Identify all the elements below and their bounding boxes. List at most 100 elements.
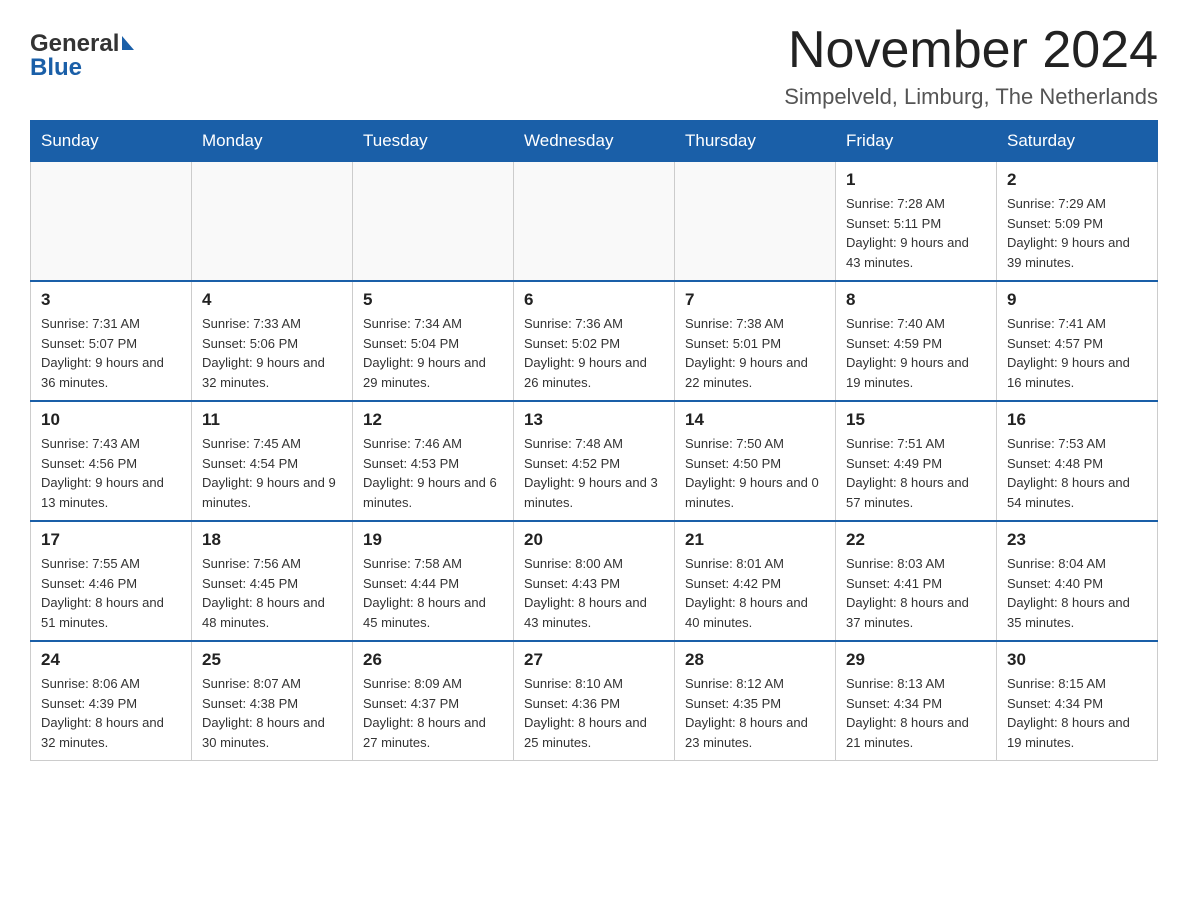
logo-blue: Blue [30, 54, 82, 82]
table-row: 9 Sunrise: 7:41 AM Sunset: 4:57 PM Daylig… [997, 281, 1158, 401]
day-info: Sunrise: 8:10 AM Sunset: 4:36 PM Dayligh… [524, 674, 664, 752]
month-title: November 2024 [784, 20, 1158, 80]
table-row [31, 162, 192, 282]
day-info: Sunrise: 7:33 AM Sunset: 5:06 PM Dayligh… [202, 314, 342, 392]
day-number: 7 [685, 290, 825, 310]
day-number: 5 [363, 290, 503, 310]
day-number: 22 [846, 530, 986, 550]
table-row: 23 Sunrise: 8:04 AM Sunset: 4:40 PM Dayli… [997, 521, 1158, 641]
table-row: 27Sunrise: 8:10 AM Sunset: 4:36 PM Dayli… [514, 641, 675, 761]
day-number: 30 [1007, 650, 1147, 670]
table-row [514, 162, 675, 282]
location-title: Simpelveld, Limburg, The Netherlands [784, 84, 1158, 110]
day-info: Sunrise: 8:03 AM Sunset: 4:41 PM Dayligh… [846, 554, 986, 632]
table-row: 2 Sunrise: 7:29 AM Sunset: 5:09 PM Daylig… [997, 162, 1158, 282]
day-info: Sunrise: 8:07 AM Sunset: 4:38 PM Dayligh… [202, 674, 342, 752]
col-wednesday: Wednesday [514, 121, 675, 162]
day-number: 16 [1007, 410, 1147, 430]
table-row: 26 Sunrise: 8:09 AM Sunset: 4:37 PM Dayli… [353, 641, 514, 761]
table-row [675, 162, 836, 282]
table-row [192, 162, 353, 282]
day-number: 29 [846, 650, 986, 670]
table-row: 19 Sunrise: 7:58 AM Sunset: 4:44 PM Dayli… [353, 521, 514, 641]
table-row: 20 Sunrise: 8:00 AM Sunset: 4:43 PM Dayli… [514, 521, 675, 641]
day-number: 6 [524, 290, 664, 310]
day-number: 2 [1007, 170, 1147, 190]
day-number: 13 [524, 410, 664, 430]
table-row: 22 Sunrise: 8:03 AM Sunset: 4:41 PM Dayli… [836, 521, 997, 641]
calendar-table: Sunday Monday Tuesday Wednesday Thursday… [30, 120, 1158, 761]
day-info: Sunrise: 7:45 AM Sunset: 4:54 PM Dayligh… [202, 434, 342, 512]
day-info: Sunrise: 8:06 AM Sunset: 4:39 PM Dayligh… [41, 674, 181, 752]
table-row: 15 Sunrise: 7:51 AM Sunset: 4:49 PM Dayli… [836, 401, 997, 521]
page-header: General Blue November 2024 Simpelveld, L… [30, 20, 1158, 110]
day-number: 10 [41, 410, 181, 430]
table-row: 10Sunrise: 7:43 AM Sunset: 4:56 PM Dayli… [31, 401, 192, 521]
col-friday: Friday [836, 121, 997, 162]
day-number: 24 [41, 650, 181, 670]
table-row: 12Sunrise: 7:46 AM Sunset: 4:53 PM Dayli… [353, 401, 514, 521]
day-info: Sunrise: 7:34 AM Sunset: 5:04 PM Dayligh… [363, 314, 503, 392]
calendar-week-row: 3 Sunrise: 7:31 AM Sunset: 5:07 PM Daylig… [31, 281, 1158, 401]
day-info: Sunrise: 8:04 AM Sunset: 4:40 PM Dayligh… [1007, 554, 1147, 632]
day-info: Sunrise: 7:58 AM Sunset: 4:44 PM Dayligh… [363, 554, 503, 632]
day-info: Sunrise: 7:48 AM Sunset: 4:52 PM Dayligh… [524, 434, 664, 512]
day-info: Sunrise: 7:46 AM Sunset: 4:53 PM Dayligh… [363, 434, 503, 512]
day-number: 23 [1007, 530, 1147, 550]
day-info: Sunrise: 7:53 AM Sunset: 4:48 PM Dayligh… [1007, 434, 1147, 512]
day-number: 8 [846, 290, 986, 310]
table-row: 6 Sunrise: 7:36 AM Sunset: 5:02 PM Daylig… [514, 281, 675, 401]
table-row: 24 Sunrise: 8:06 AM Sunset: 4:39 PM Dayli… [31, 641, 192, 761]
calendar-week-row: 17 Sunrise: 7:55 AM Sunset: 4:46 PM Dayli… [31, 521, 1158, 641]
day-info: Sunrise: 7:41 AM Sunset: 4:57 PM Dayligh… [1007, 314, 1147, 392]
day-number: 15 [846, 410, 986, 430]
table-row: 18 Sunrise: 7:56 AM Sunset: 4:45 PM Dayli… [192, 521, 353, 641]
day-number: 9 [1007, 290, 1147, 310]
calendar-week-row: 10Sunrise: 7:43 AM Sunset: 4:56 PM Dayli… [31, 401, 1158, 521]
day-number: 11 [202, 410, 342, 430]
day-info: Sunrise: 7:50 AM Sunset: 4:50 PM Dayligh… [685, 434, 825, 512]
day-info: Sunrise: 7:38 AM Sunset: 5:01 PM Dayligh… [685, 314, 825, 392]
day-info: Sunrise: 7:56 AM Sunset: 4:45 PM Dayligh… [202, 554, 342, 632]
col-tuesday: Tuesday [353, 121, 514, 162]
day-info: Sunrise: 7:31 AM Sunset: 5:07 PM Dayligh… [41, 314, 181, 392]
day-info: Sunrise: 8:09 AM Sunset: 4:37 PM Dayligh… [363, 674, 503, 752]
day-info: Sunrise: 7:51 AM Sunset: 4:49 PM Dayligh… [846, 434, 986, 512]
table-row: 11 Sunrise: 7:45 AM Sunset: 4:54 PM Dayli… [192, 401, 353, 521]
day-info: Sunrise: 7:28 AM Sunset: 5:11 PM Dayligh… [846, 194, 986, 272]
table-row: 30 Sunrise: 8:15 AM Sunset: 4:34 PM Dayli… [997, 641, 1158, 761]
calendar-week-row: 24 Sunrise: 8:06 AM Sunset: 4:39 PM Dayli… [31, 641, 1158, 761]
table-row: 13 Sunrise: 7:48 AM Sunset: 4:52 PM Dayli… [514, 401, 675, 521]
day-number: 4 [202, 290, 342, 310]
table-row: 5 Sunrise: 7:34 AM Sunset: 5:04 PM Daylig… [353, 281, 514, 401]
col-monday: Monday [192, 121, 353, 162]
day-info: Sunrise: 8:15 AM Sunset: 4:34 PM Dayligh… [1007, 674, 1147, 752]
day-info: Sunrise: 7:29 AM Sunset: 5:09 PM Dayligh… [1007, 194, 1147, 272]
day-number: 18 [202, 530, 342, 550]
table-row: 29Sunrise: 8:13 AM Sunset: 4:34 PM Dayli… [836, 641, 997, 761]
col-saturday: Saturday [997, 121, 1158, 162]
table-row: 4 Sunrise: 7:33 AM Sunset: 5:06 PM Daylig… [192, 281, 353, 401]
day-number: 21 [685, 530, 825, 550]
day-number: 20 [524, 530, 664, 550]
day-number: 26 [363, 650, 503, 670]
table-row: 8 Sunrise: 7:40 AM Sunset: 4:59 PM Daylig… [836, 281, 997, 401]
calendar-week-row: 1 Sunrise: 7:28 AM Sunset: 5:11 PM Daylig… [31, 162, 1158, 282]
calendar-header-row: Sunday Monday Tuesday Wednesday Thursday… [31, 121, 1158, 162]
day-info: Sunrise: 7:55 AM Sunset: 4:46 PM Dayligh… [41, 554, 181, 632]
day-number: 17 [41, 530, 181, 550]
day-number: 19 [363, 530, 503, 550]
day-number: 1 [846, 170, 986, 190]
day-number: 3 [41, 290, 181, 310]
day-number: 14 [685, 410, 825, 430]
table-row: 14 Sunrise: 7:50 AM Sunset: 4:50 PM Dayli… [675, 401, 836, 521]
table-row: 1 Sunrise: 7:28 AM Sunset: 5:11 PM Daylig… [836, 162, 997, 282]
table-row: 16 Sunrise: 7:53 AM Sunset: 4:48 PM Dayli… [997, 401, 1158, 521]
day-info: Sunrise: 7:36 AM Sunset: 5:02 PM Dayligh… [524, 314, 664, 392]
table-row: 7 Sunrise: 7:38 AM Sunset: 5:01 PM Daylig… [675, 281, 836, 401]
day-info: Sunrise: 8:00 AM Sunset: 4:43 PM Dayligh… [524, 554, 664, 632]
day-info: Sunrise: 7:40 AM Sunset: 4:59 PM Dayligh… [846, 314, 986, 392]
table-row: 17 Sunrise: 7:55 AM Sunset: 4:46 PM Dayli… [31, 521, 192, 641]
table-row: 25Sunrise: 8:07 AM Sunset: 4:38 PM Dayli… [192, 641, 353, 761]
logo-arrow-icon [122, 36, 134, 50]
